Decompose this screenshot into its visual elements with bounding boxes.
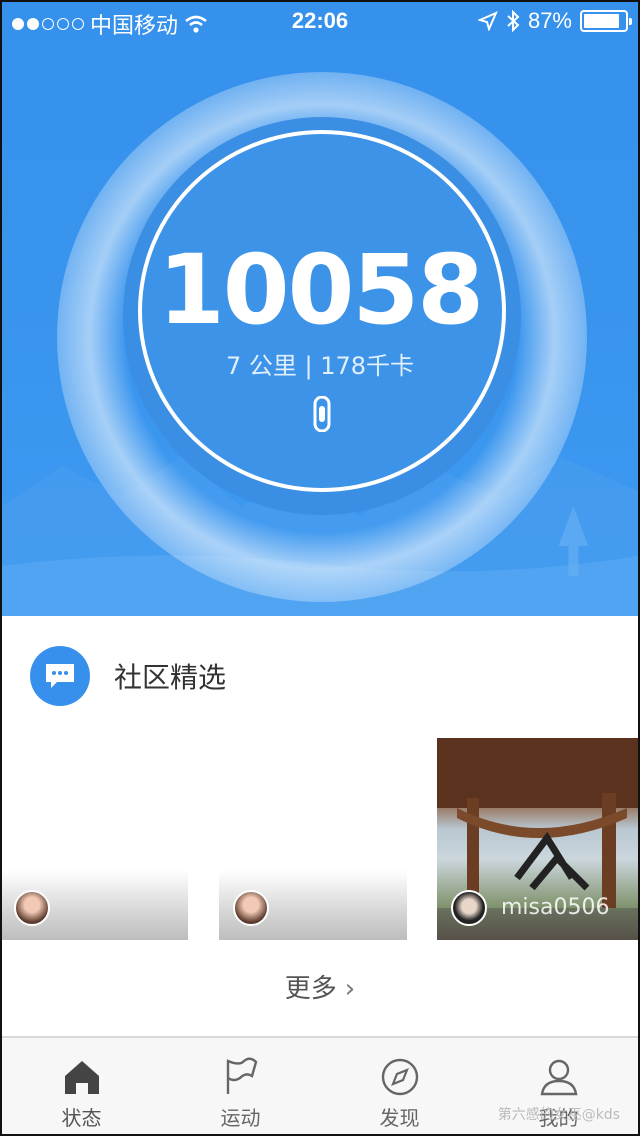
chat-bubble-icon	[30, 646, 90, 706]
community-title: 社区精选	[114, 661, 227, 694]
home-icon	[64, 1061, 99, 1094]
tab-discover[interactable]: 发现	[320, 1038, 479, 1134]
avatar	[14, 890, 50, 926]
flag-icon	[226, 1057, 257, 1094]
post-username: misa0506	[501, 895, 610, 920]
community-header[interactable]: 社区精选	[30, 646, 226, 706]
post-card[interactable]	[2, 738, 188, 940]
more-label: 更多	[284, 974, 337, 1004]
tab-label: 运动	[220, 1106, 261, 1130]
tab-bar: 状态 运动 发现 我的 第六感的女巫@kds	[2, 1038, 638, 1134]
watermark: 第六感的女巫@kds	[497, 1107, 620, 1123]
battery-percent: 87%	[527, 8, 572, 33]
compass-icon	[381, 1058, 418, 1096]
post-card[interactable]	[219, 738, 407, 940]
step-summary-panel[interactable]: 10058 7 公里 | 178千卡	[2, 2, 638, 616]
tab-sport[interactable]: 运动	[161, 1038, 320, 1134]
status-bar: 中国移动 22:06 87%	[2, 2, 638, 42]
tab-label: 发现	[379, 1106, 420, 1130]
avatar	[233, 890, 269, 926]
step-count: 10058	[158, 234, 484, 346]
app-screen: 10058 7 公里 | 178千卡 中国移动 22:06 87% 社区精选 m…	[0, 0, 640, 1136]
distance-calories: 7 公里 | 178千卡	[225, 352, 415, 380]
band-icon	[313, 396, 331, 432]
avatar	[451, 890, 487, 926]
tab-label: 状态	[61, 1106, 102, 1130]
chevron-right-icon: ›	[344, 974, 356, 1004]
person-icon	[540, 1059, 577, 1096]
battery-icon	[580, 10, 632, 32]
more-link[interactable]: 更多 ›	[2, 968, 638, 1005]
location-arrow-icon	[477, 11, 498, 31]
post-card[interactable]: misa0506	[437, 738, 638, 940]
tab-status[interactable]: 状态	[2, 1038, 161, 1134]
bluetooth-icon	[507, 10, 520, 32]
